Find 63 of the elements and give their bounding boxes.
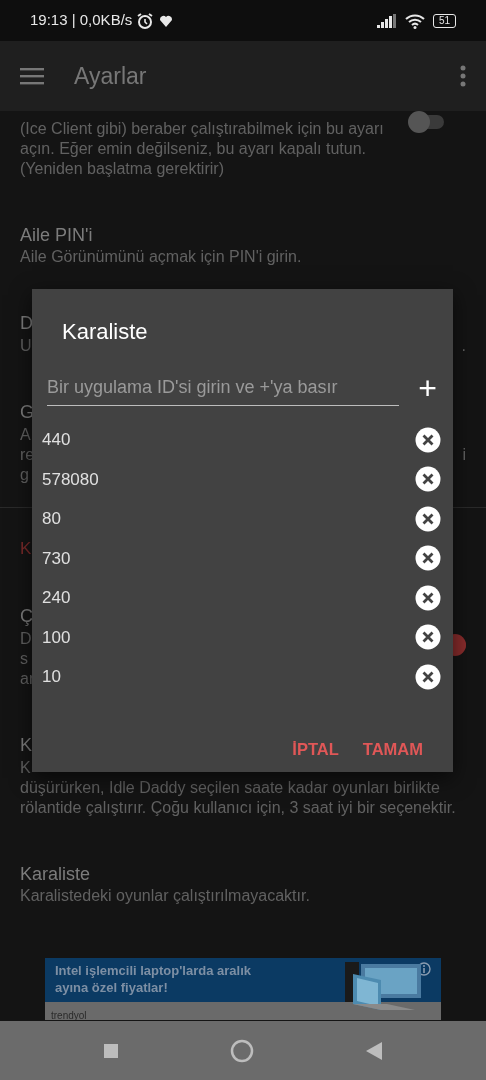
setting-description: Aile Görünümünü açmak için PIN'i girin. (20, 247, 303, 267)
setting-description: Karalistedeki oyunlar çalıştırılmayacaktır. (20, 886, 311, 906)
setting-description: D (20, 629, 32, 649)
remove-button[interactable] (415, 426, 441, 453)
signal-icon (376, 13, 397, 28)
setting-title: K (20, 734, 32, 757)
list-item: 730 (42, 547, 71, 570)
menu-icon (20, 67, 44, 85)
setting-title: Ç (20, 605, 33, 628)
status-text: 19:13 | 0,0KB/s (30, 10, 133, 31)
setting-description: (Ice Client gibi) beraber çalıştırabilmek için bu ayarı açın. Eğer emin değilseniz, bu ayarı kapalı tutun. (Yeniden başlatma gerektirir) (20, 119, 385, 179)
setting-title: Aile PIN'i (20, 224, 94, 247)
remove-button[interactable] (415, 466, 441, 493)
square-icon (104, 1043, 118, 1058)
ad-headline: Intel işlemcili laptop'larda aralık ayına özel fiyatlar! (55, 962, 252, 997)
setting-description: . (461, 336, 466, 356)
dialog-button[interactable]: İPTAL (292, 732, 339, 766)
menu-button[interactable] (20, 67, 44, 85)
list-item: 578080 (42, 468, 99, 491)
list-item: 80 (42, 508, 61, 530)
input-field[interactable]: Bir uygulama ID'si girin ve +'ya basır (47, 370, 399, 406)
close-icon (415, 584, 441, 611)
setting-description: K (20, 758, 31, 778)
remove-button[interactable] (415, 584, 441, 611)
close-icon (415, 624, 441, 651)
remove-button[interactable] (415, 505, 441, 532)
alarm-icon (136, 11, 155, 30)
list-item: 100 (42, 626, 71, 649)
setting-description: g (20, 465, 29, 485)
setting-description: U (20, 336, 32, 356)
setting-description: i (462, 445, 466, 465)
section-header: K (20, 538, 32, 560)
setting-title: D (20, 312, 33, 335)
setting-description: A (20, 425, 31, 445)
overflow-menu-button[interactable] (460, 65, 466, 87)
setting-title: Karaliste (20, 863, 92, 886)
recents-button[interactable] (104, 1043, 118, 1058)
list-item: 440 (42, 429, 71, 451)
close-icon (415, 663, 441, 690)
list-item: 240 (42, 587, 71, 609)
remove-button[interactable] (415, 545, 441, 572)
setting-description: s (20, 649, 28, 669)
close-icon (415, 505, 441, 532)
dialog-title: Karaliste (61, 318, 149, 346)
dialog-button[interactable]: TAMAM (362, 732, 423, 766)
more-icon (460, 65, 466, 87)
remove-button[interactable] (415, 663, 441, 690)
remove-button[interactable] (415, 624, 441, 651)
setting-description: düşürürken, Idle Daddy seçilen saate kadar oyunları birlikte rölantide çalıştırır. Çoğu kullanıcı için, 3 saat iyi bir seçenektir. (20, 778, 457, 818)
add-button[interactable]: + (414, 372, 441, 404)
home-button[interactable] (230, 1038, 254, 1063)
app-title: Ayarlar (74, 61, 148, 91)
circle-icon (230, 1038, 254, 1063)
close-icon (415, 545, 441, 572)
close-icon (415, 426, 441, 453)
wifi-icon (404, 12, 425, 29)
back-icon (366, 1041, 382, 1060)
toggle-switch[interactable] (408, 111, 444, 133)
info-icon (417, 962, 431, 976)
close-icon (415, 466, 441, 493)
back-button[interactable] (366, 1041, 382, 1060)
list-item: 10 (42, 666, 61, 688)
battery-indicator: 51 (432, 13, 456, 28)
